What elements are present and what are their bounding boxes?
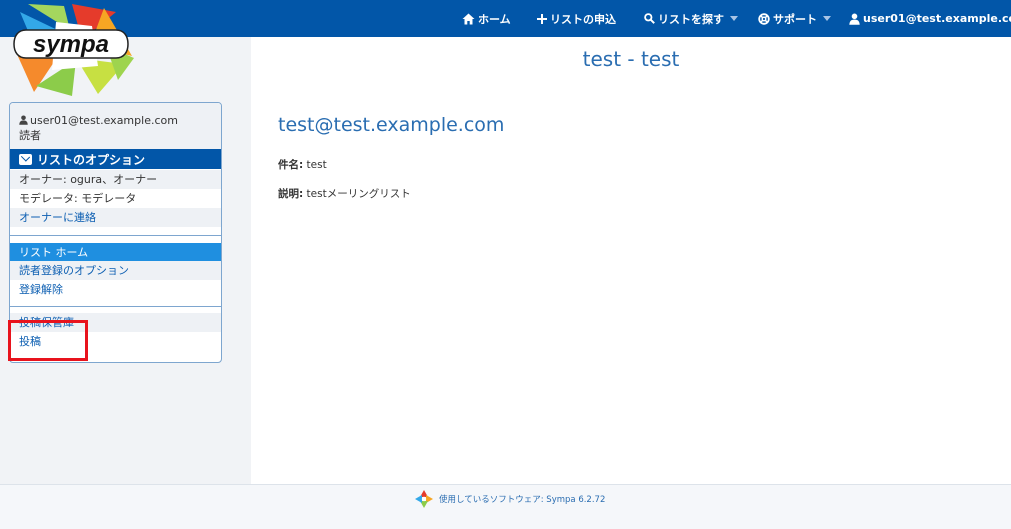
chevron-down-icon [823,16,831,21]
footer [0,484,1011,529]
sidebar-divider [10,306,221,307]
nav-home-label: ホーム [478,12,511,26]
search-icon [644,13,655,24]
sidebar-item-list-home-label: リスト ホーム [19,246,89,259]
highlight-box [8,320,88,361]
sidebar-divider [10,235,221,236]
sidebar-owner: オーナー: ogura、オーナー [10,170,221,189]
nav-home[interactable]: ホーム [462,0,511,37]
subject-label: 件名: [278,159,304,171]
sidebar-user-role: 読者 [19,129,41,142]
subject-value: test [306,159,327,171]
nav-search-lists[interactable]: リストを探す [644,0,738,37]
nav-user-label: user01@test.example.com [863,12,1011,25]
options-header: リストのオプション [10,149,221,169]
nav-request-list[interactable]: リストの申込 [537,0,616,37]
sidebar-user-email: user01@test.example.com [30,114,178,127]
contact-owner-link[interactable]: オーナーに連絡 [10,208,221,227]
nav-search-label: リストを探す [658,12,724,26]
nav-support[interactable]: サポート [758,0,831,37]
options-header-label: リストのオプション [37,152,146,167]
sidebar-item-list-home[interactable]: リスト ホーム [10,243,221,261]
lifebuoy-icon [758,12,770,25]
description-label: 説明: [278,188,304,200]
user-info-email: user01@test.example.com [10,114,221,127]
page-title: test - test [582,47,680,71]
list-address: test@test.example.com [278,114,505,136]
sympa-logo[interactable]: sympa [6,0,138,98]
nav-support-label: サポート [773,12,817,26]
sympa-small-logo-icon [414,489,434,509]
chevron-down-icon [730,16,738,21]
nav-user-menu[interactable]: user01@test.example.com [849,0,1011,37]
user-icon [19,115,28,125]
plus-icon [537,13,547,24]
envelope-icon [19,153,32,165]
description-field: 説明: testメーリングリスト [278,186,411,201]
home-icon [462,13,475,24]
top-navbar: ホーム リストの申込 リストを探す サポート user01@test.examp… [0,0,1011,37]
sidebar-moderator: モデレータ: モデレータ [19,192,137,205]
nav-request-label: リストの申込 [550,12,616,26]
sidebar-item-unsubscribe[interactable]: 登録解除 [10,280,221,299]
subject-field: 件名: test [278,157,327,172]
svg-text:sympa: sympa [33,31,109,58]
sidebar-item-subscriber-options[interactable]: 読者登録のオプション [10,261,221,280]
description-value: testメーリングリスト [306,188,411,200]
footer-software-link[interactable]: 使用しているソフトウェア: Sympa 6.2.72 [439,493,605,505]
user-icon [849,13,860,25]
